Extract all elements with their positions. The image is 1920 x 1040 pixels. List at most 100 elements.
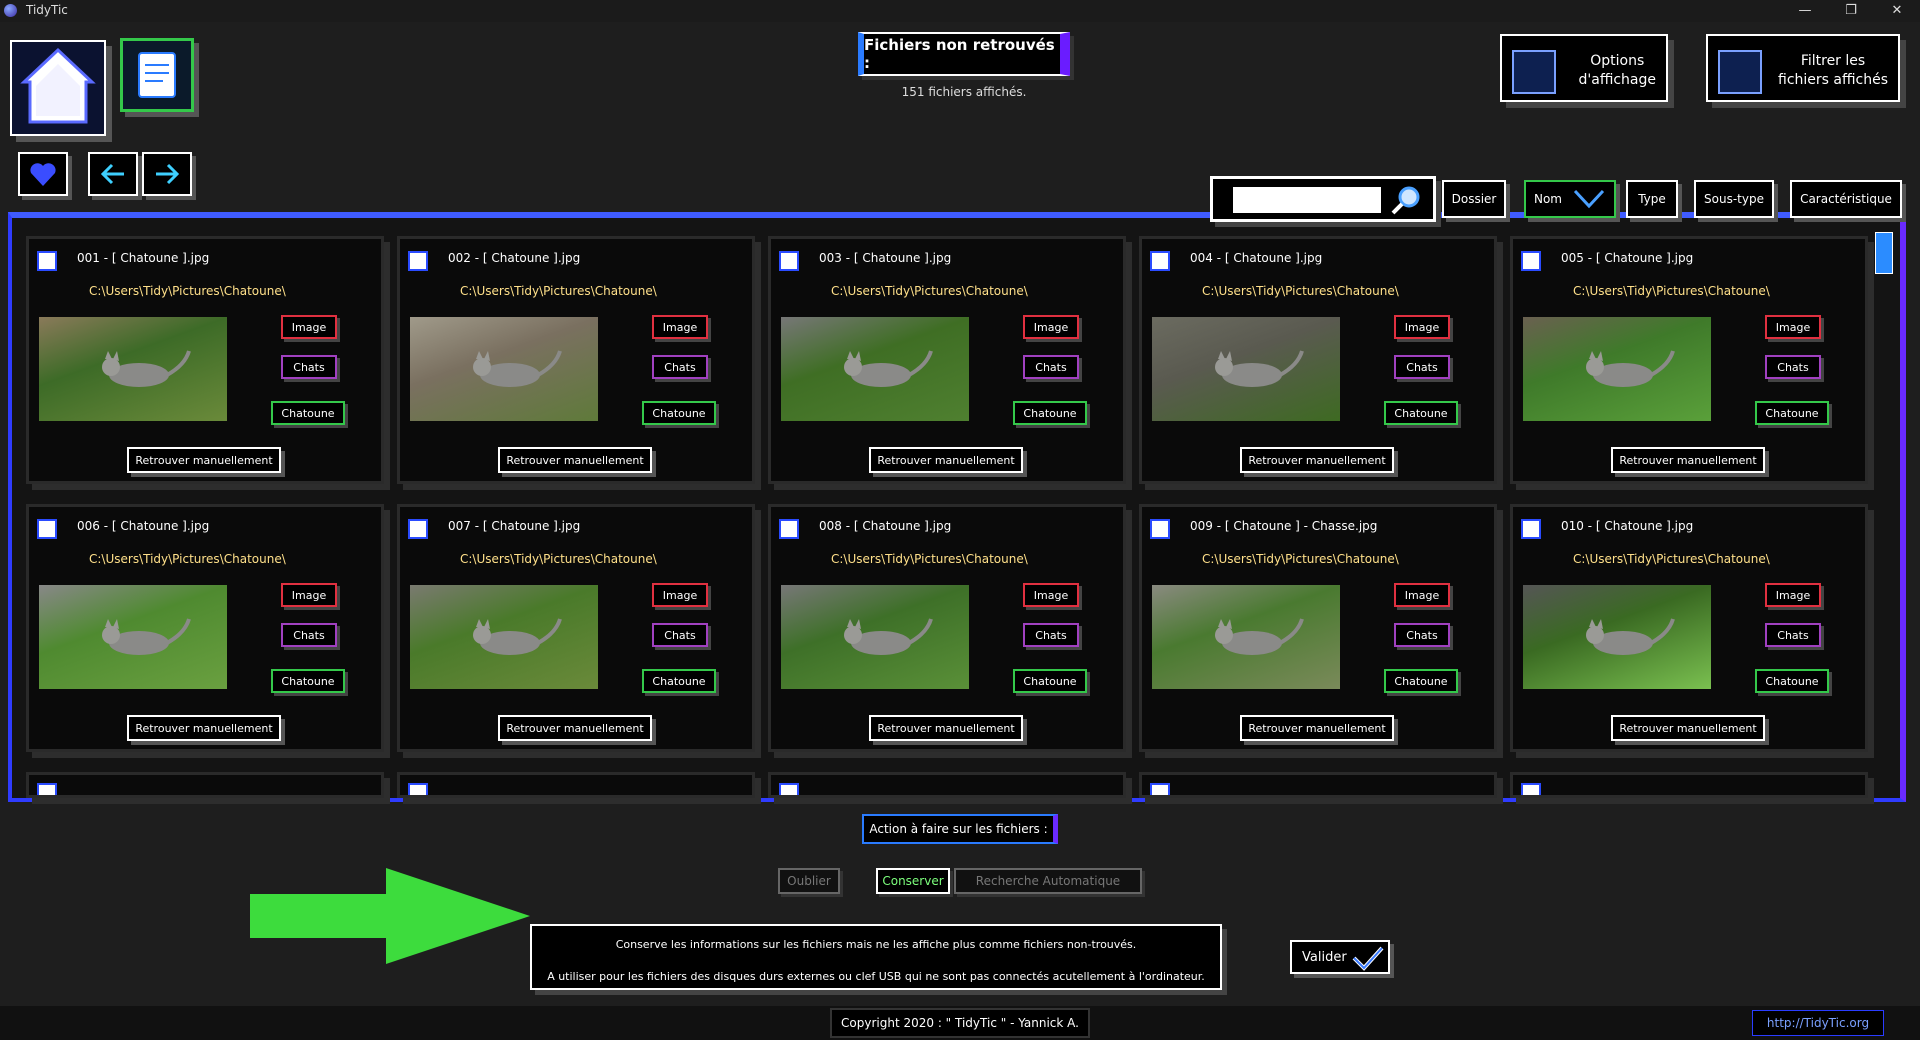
select-checkbox[interactable] — [779, 519, 799, 539]
tag-chats[interactable]: Chats — [652, 355, 708, 379]
tag-image[interactable]: Image — [652, 315, 708, 339]
tag-chats[interactable]: Chats — [1765, 355, 1821, 379]
file-thumbnail[interactable] — [1523, 317, 1711, 421]
recherche-auto-option[interactable]: Recherche Automatique — [954, 868, 1142, 894]
select-checkbox[interactable] — [1150, 519, 1170, 539]
find-manually-button[interactable]: Retrouver manuellement — [869, 447, 1023, 473]
tag-chatoune[interactable]: Chatoune — [1384, 669, 1458, 693]
find-manually-button[interactable]: Retrouver manuellement — [1240, 447, 1394, 473]
filter-files-button[interactable]: Filtrer les fichiers affichés — [1706, 34, 1900, 102]
find-manually-button[interactable]: Retrouver manuellement — [127, 715, 281, 741]
sort-caracteristique[interactable]: Caractéristique — [1790, 180, 1902, 218]
file-path: C:\Users\Tidy\Pictures\Chatoune\ — [1202, 284, 1399, 298]
tag-chatoune[interactable]: Chatoune — [1755, 401, 1829, 425]
file-thumbnail[interactable] — [410, 317, 598, 421]
select-checkbox[interactable] — [408, 783, 428, 795]
tag-image[interactable]: Image — [281, 583, 337, 607]
find-manually-button[interactable]: Retrouver manuellement — [498, 715, 652, 741]
find-manually-button[interactable]: Retrouver manuellement — [498, 447, 652, 473]
tag-chats[interactable]: Chats — [1394, 623, 1450, 647]
display-options-button[interactable]: Options d'affichage — [1500, 34, 1668, 102]
select-checkbox[interactable] — [408, 251, 428, 271]
forward-button[interactable] — [142, 152, 192, 196]
tag-chatoune[interactable]: Chatoune — [642, 669, 716, 693]
description-line-1: Conserve les informations sur les fichie… — [615, 938, 1137, 951]
tag-image[interactable]: Image — [652, 583, 708, 607]
find-manually-button[interactable]: Retrouver manuellement — [1611, 715, 1765, 741]
file-thumbnail[interactable] — [1523, 585, 1711, 689]
website-link[interactable]: http://TidyTic.org — [1752, 1010, 1884, 1036]
tag-image[interactable]: Image — [1394, 315, 1450, 339]
cat-thumbnail-icon — [102, 350, 191, 387]
back-button[interactable] — [88, 152, 138, 196]
conserver-option[interactable]: Conserver — [876, 868, 950, 894]
file-thumbnail[interactable] — [410, 585, 598, 689]
document-button[interactable] — [120, 38, 194, 112]
validate-button[interactable]: Valider — [1290, 940, 1390, 974]
sort-type[interactable]: Type — [1626, 180, 1678, 218]
find-manually-button[interactable]: Retrouver manuellement — [127, 447, 281, 473]
file-thumbnail[interactable] — [1152, 585, 1340, 689]
restore-button[interactable]: ❐ — [1828, 0, 1874, 22]
tag-chats[interactable]: Chats — [281, 623, 337, 647]
tag-chats[interactable]: Chats — [652, 623, 708, 647]
tag-chatoune[interactable]: Chatoune — [1013, 669, 1087, 693]
select-checkbox[interactable] — [1150, 783, 1170, 795]
description-line-2: A utiliser pour les fichiers des disques… — [547, 970, 1205, 983]
tag-image[interactable]: Image — [1023, 583, 1079, 607]
select-checkbox[interactable] — [779, 251, 799, 271]
select-checkbox[interactable] — [37, 251, 57, 271]
sort-dossier[interactable]: Dossier — [1442, 180, 1506, 218]
select-checkbox[interactable] — [37, 783, 57, 795]
file-card-partial — [26, 772, 384, 798]
tag-image[interactable]: Image — [1765, 315, 1821, 339]
scrollbar-thumb[interactable] — [1875, 232, 1893, 274]
select-checkbox[interactable] — [1521, 251, 1541, 271]
file-name: 008 - [ Chatoune ].jpg — [819, 519, 952, 533]
file-name: 006 - [ Chatoune ].jpg — [77, 519, 210, 533]
tag-image[interactable]: Image — [1765, 583, 1821, 607]
minimize-button[interactable]: — — [1782, 0, 1828, 22]
tag-chats[interactable]: Chats — [1394, 355, 1450, 379]
file-card: 008 - [ Chatoune ].jpg C:\Users\Tidy\Pict… — [768, 504, 1126, 752]
tag-chats[interactable]: Chats — [1023, 355, 1079, 379]
search-input[interactable] — [1233, 187, 1381, 213]
file-thumbnail[interactable] — [39, 585, 227, 689]
tag-image[interactable]: Image — [1394, 583, 1450, 607]
search-icon[interactable] — [1389, 183, 1425, 217]
favorite-button[interactable] — [18, 152, 68, 196]
arrow-left-icon — [100, 163, 124, 185]
find-manually-button[interactable]: Retrouver manuellement — [1240, 715, 1394, 741]
cat-thumbnail-icon — [1215, 350, 1304, 387]
file-thumbnail[interactable] — [781, 585, 969, 689]
home-button[interactable] — [10, 40, 106, 136]
tag-chatoune[interactable]: Chatoune — [1384, 401, 1458, 425]
tag-chats[interactable]: Chats — [1765, 623, 1821, 647]
file-thumbnail[interactable] — [781, 317, 969, 421]
tag-chatoune[interactable]: Chatoune — [271, 401, 345, 425]
select-checkbox[interactable] — [1521, 783, 1541, 795]
file-thumbnail[interactable] — [1152, 317, 1340, 421]
select-checkbox[interactable] — [37, 519, 57, 539]
file-thumbnail[interactable] — [39, 317, 227, 421]
tag-chatoune[interactable]: Chatoune — [1755, 669, 1829, 693]
tag-chatoune[interactable]: Chatoune — [642, 401, 716, 425]
select-checkbox[interactable] — [408, 519, 428, 539]
select-checkbox[interactable] — [779, 783, 799, 795]
tag-image[interactable]: Image — [1023, 315, 1079, 339]
select-checkbox[interactable] — [1150, 251, 1170, 271]
file-name: 007 - [ Chatoune ].jpg — [448, 519, 581, 533]
find-manually-button[interactable]: Retrouver manuellement — [1611, 447, 1765, 473]
tag-chatoune[interactable]: Chatoune — [1013, 401, 1087, 425]
tag-image[interactable]: Image — [281, 315, 337, 339]
tag-chatoune[interactable]: Chatoune — [271, 669, 345, 693]
sort-nom[interactable]: Nom — [1524, 180, 1616, 218]
tag-chats[interactable]: Chats — [1023, 623, 1079, 647]
oublier-option[interactable]: Oublier — [778, 868, 840, 894]
select-checkbox[interactable] — [1521, 519, 1541, 539]
find-manually-button[interactable]: Retrouver manuellement — [869, 715, 1023, 741]
sort-soustype[interactable]: Sous-type — [1694, 180, 1774, 218]
tag-chats[interactable]: Chats — [281, 355, 337, 379]
close-button[interactable]: ✕ — [1874, 0, 1920, 22]
arrow-right-icon — [156, 163, 180, 185]
